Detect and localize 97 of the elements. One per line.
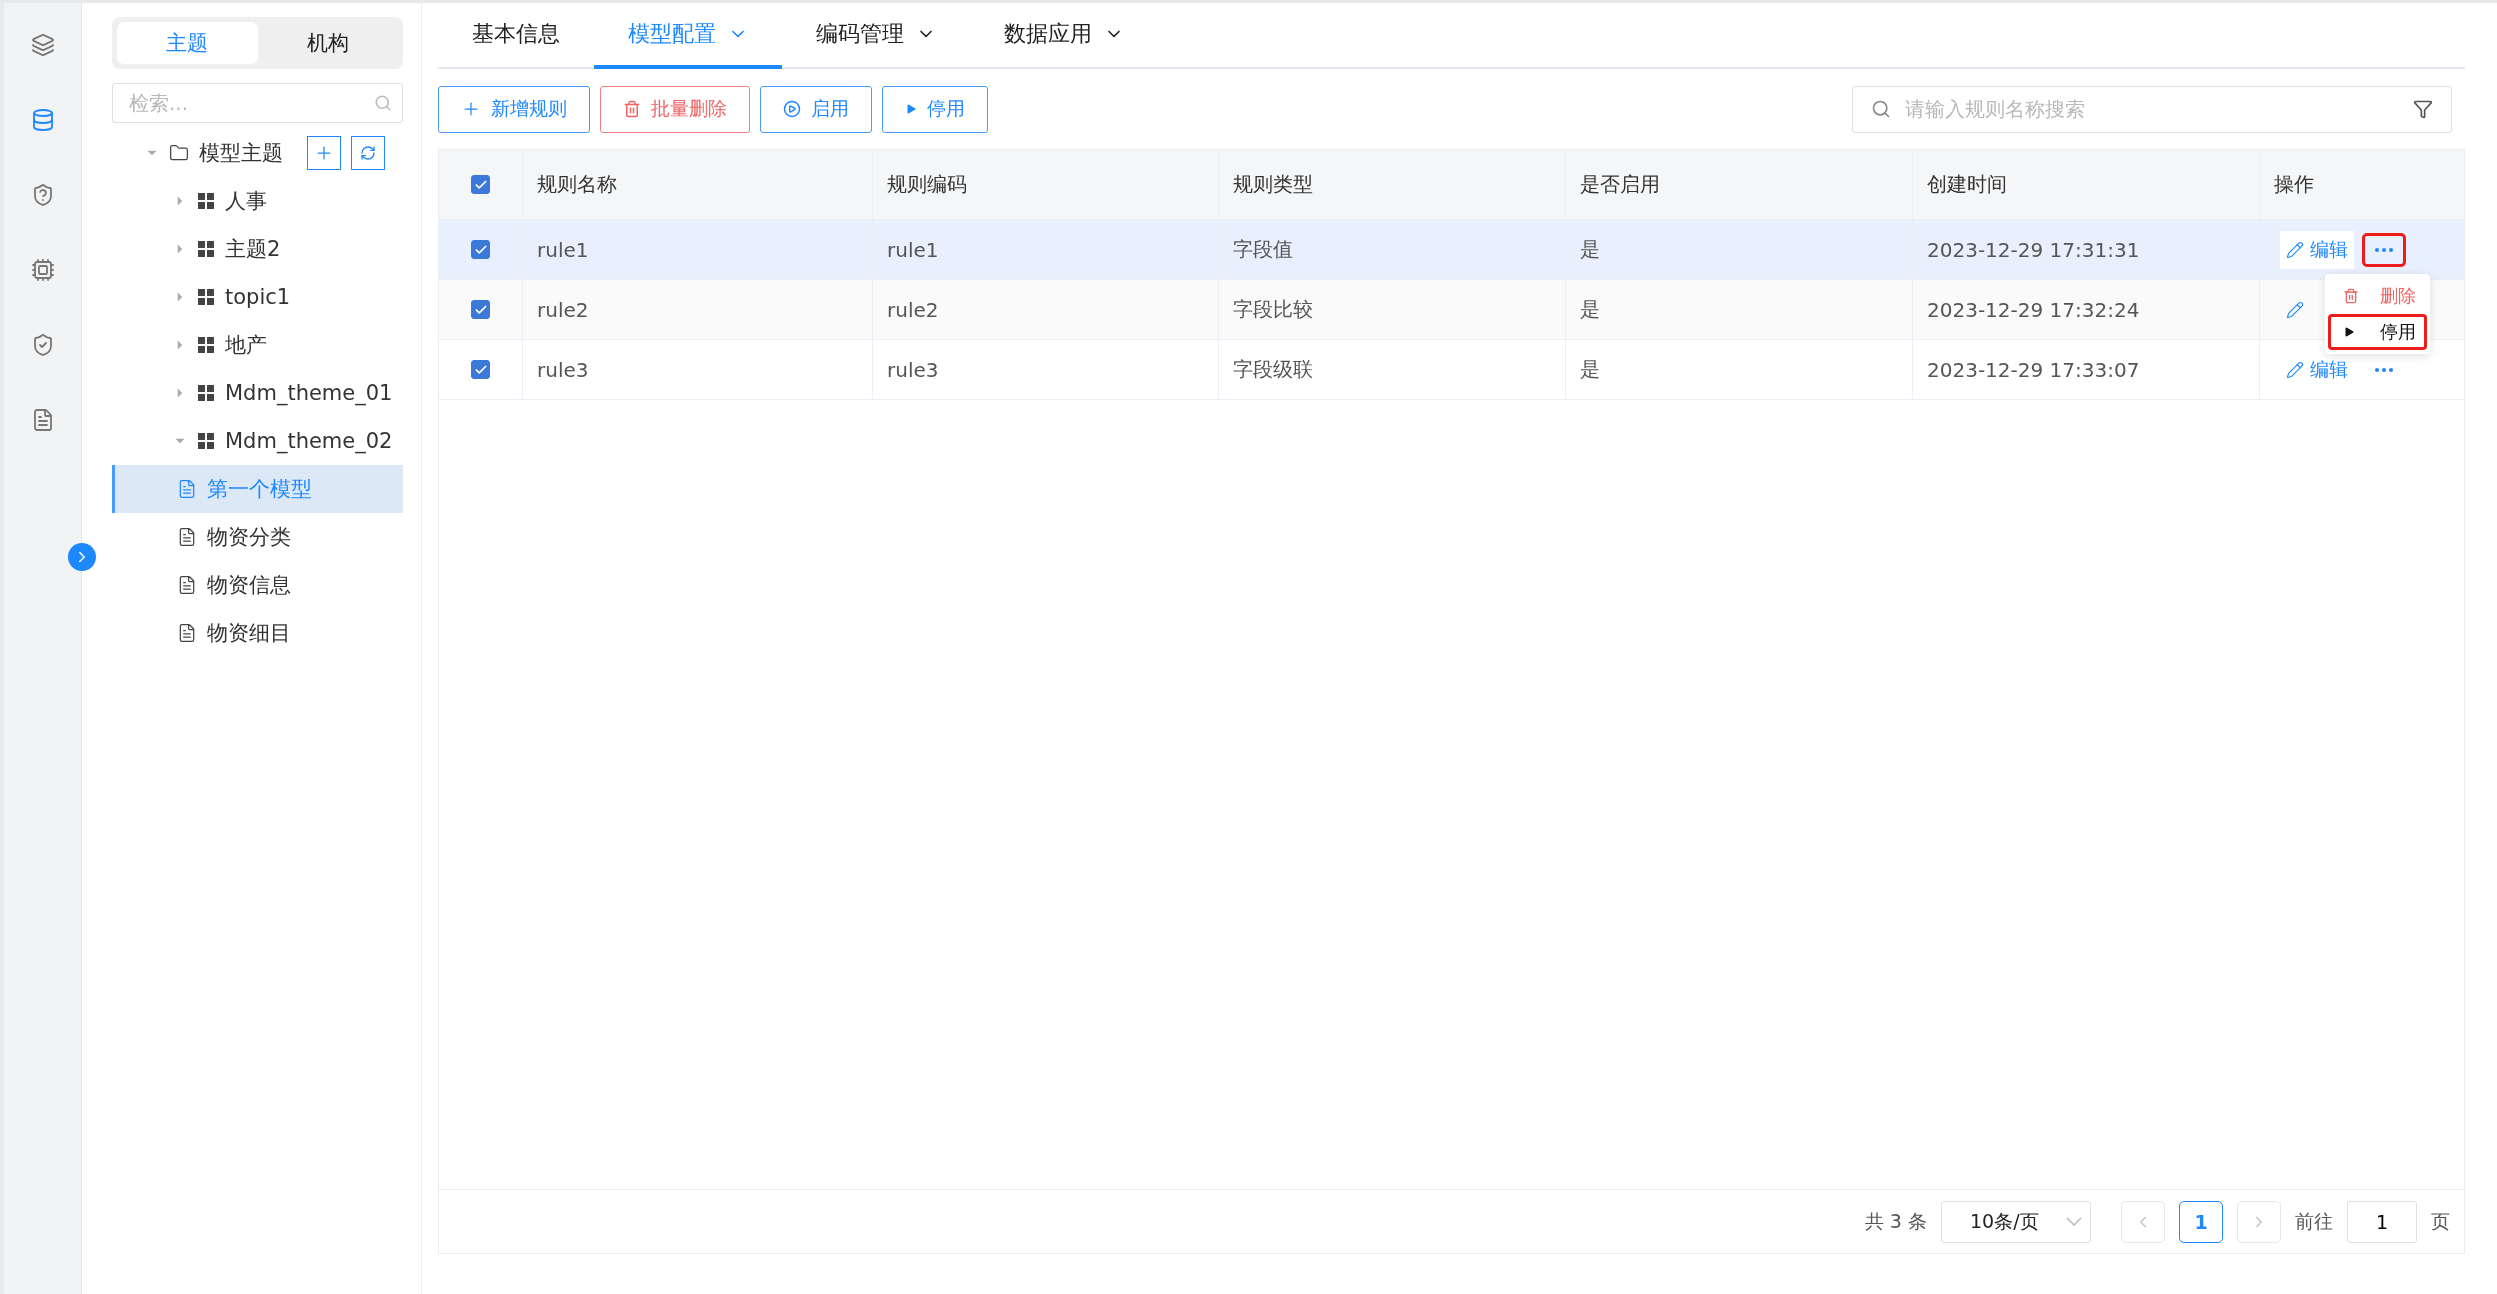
column-header: 规则类型 [1233,171,1313,198]
tab[interactable]: 编码管理 [782,3,970,69]
page-size-select[interactable]: 10条/页 [1941,1200,2091,1243]
tree-label: 模型主题 [199,140,283,167]
disable-button[interactable]: 停用 [882,85,988,133]
add-button[interactable] [307,136,341,170]
column-header: 规则名称 [537,171,617,198]
tree-label: 地产 [225,332,267,359]
add-button[interactable]: 新增规则 [438,85,590,133]
database-icon[interactable] [30,108,55,132]
table-cell: 2023-12-29 17:31:31 [1927,237,2140,262]
trash-icon [623,100,641,118]
grid-icon [197,384,215,402]
segment-tab[interactable]: 机构 [257,22,398,64]
trash-icon [2343,288,2359,304]
tree-label: topic1 [225,285,291,309]
pencil-icon[interactable] [2286,300,2304,319]
tree-label: 物资细目 [207,620,291,647]
total-count: 共 3 条 [1864,1208,1927,1234]
chip-icon[interactable] [30,258,55,282]
table-cell: 2023-12-29 17:33:07 [1927,357,2140,382]
page-suffix: 页 [2431,1208,2450,1234]
tree-item[interactable]: 主题2 [112,225,403,273]
segment-tab[interactable]: 主题 [117,22,258,64]
ellipsis-icon [2375,247,2393,252]
grid-icon [197,288,215,306]
checkbox[interactable] [471,360,490,379]
table-cell: rule3 [537,357,589,382]
tree-item[interactable]: 地产 [112,321,403,369]
table-cell: rule2 [537,297,589,322]
file-icon [177,479,197,499]
checkbox[interactable] [471,240,490,259]
tree-item[interactable]: 模型主题 [112,129,403,177]
tree-item[interactable]: Mdm_theme_02 [112,417,403,465]
column-header: 创建时间 [1927,171,2007,198]
table-cell: 是 [1580,356,1600,383]
table-cell: rule3 [887,357,939,382]
tree-item[interactable]: 物资分类 [112,513,403,561]
tree-label: 主题2 [225,236,281,263]
tab[interactable]: 数据应用 [970,3,1158,69]
filter-icon[interactable] [2413,99,2433,119]
play-icon [905,103,917,115]
goto-label: 前往 [2295,1208,2333,1234]
play-circle-icon [783,100,801,118]
table-cell: 字段比较 [1233,296,1313,323]
table-cell: 是 [1580,296,1600,323]
table-cell: 是 [1580,236,1600,263]
page-input[interactable]: 1 [2347,1200,2417,1243]
search-icon [374,94,392,112]
column-header: 是否启用 [1580,171,1660,198]
layers-icon[interactable] [30,33,55,57]
tree-label: 人事 [225,188,267,215]
menu-item[interactable]: 停用 [2328,314,2427,350]
file-icon [177,623,197,643]
tree-item[interactable]: Mdm_theme_01 [112,369,403,417]
tree-item[interactable]: 人事 [112,177,403,225]
more-button[interactable] [2362,232,2406,267]
grid-icon [197,192,215,210]
search-box[interactable]: 请输入规则名称搜索 [1852,85,2452,133]
tab[interactable]: 基本信息 [438,3,594,69]
table-cell: 字段值 [1233,236,1293,263]
pencil-icon [2286,240,2304,259]
table-cell: 字段级联 [1233,356,1313,383]
grid-icon [197,240,215,258]
table-cell: 2023-12-29 17:32:24 [1927,297,2140,322]
play-icon [2343,326,2355,338]
checkbox[interactable] [471,175,490,194]
folder-icon [169,143,189,163]
search-icon [1871,99,1891,119]
edit-button[interactable]: 编辑 [2280,230,2354,269]
tree-label: Mdm_theme_01 [225,381,393,405]
pencil-icon [2286,360,2304,379]
tree-label: Mdm_theme_02 [225,429,393,453]
tree-label: 第一个模型 [207,476,312,503]
grid-icon [197,432,215,450]
table-row[interactable]: rule3 rule3 字段级联 是 2023-12-29 17:33:07 编辑 [439,340,2464,400]
table-cell: rule2 [887,297,939,322]
refresh-button[interactable] [351,136,385,170]
chevron-down-icon [2066,1217,2082,1226]
search-box[interactable]: 检索... [112,83,403,123]
tree-item[interactable]: 物资细目 [112,609,403,657]
ellipsis-icon [2375,367,2393,372]
tree-label: 物资分类 [207,524,291,551]
tree-item[interactable]: 物资信息 [112,561,403,609]
grid-icon [197,336,215,354]
enable-button[interactable]: 启用 [760,85,872,133]
file-icon [177,575,197,595]
expand-button[interactable] [68,543,96,571]
file-icon [177,527,197,547]
tree-item[interactable]: topic1 [112,273,403,321]
refresh-icon [360,145,376,161]
table-cell: rule1 [887,237,939,262]
tree-label: 物资信息 [207,572,291,599]
table-cell: rule1 [537,237,589,262]
column-header: 规则编码 [887,171,967,198]
checkbox[interactable] [471,300,490,319]
column-header: 操作 [2274,171,2314,198]
